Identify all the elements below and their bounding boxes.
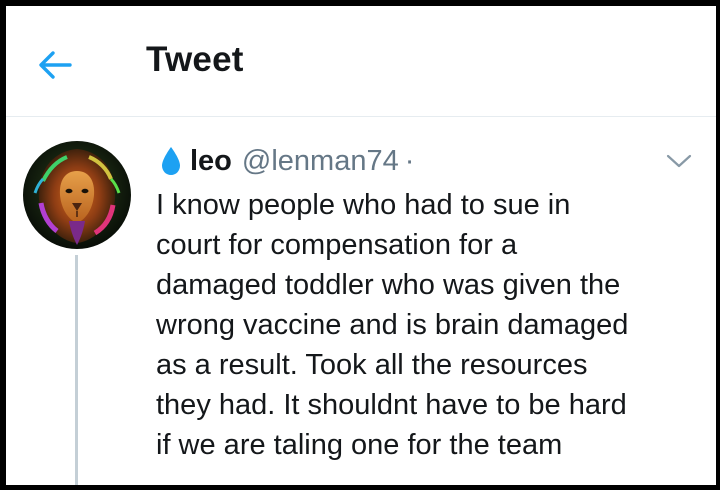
author-handle[interactable]: @lenman74 bbox=[242, 145, 399, 178]
tweet-author-row[interactable]: leo @lenman74 · bbox=[160, 141, 414, 181]
avatar[interactable] bbox=[23, 141, 131, 249]
tweet-text-line: I know people who had to sue in bbox=[156, 189, 571, 221]
tweet-text-line: wrong vaccine and is brain damaged bbox=[156, 309, 629, 341]
arrow-left-icon bbox=[39, 51, 72, 79]
tweet-text: I know people who had to sue in court fo… bbox=[156, 185, 706, 465]
back-button[interactable] bbox=[32, 42, 78, 88]
tweet[interactable]: leo @lenman74 · I know people who had to… bbox=[6, 117, 716, 485]
tweet-text-line: they had. It shouldnt have to be hard bbox=[156, 389, 627, 421]
tweet-text-line: if we are taling one for the team bbox=[156, 429, 563, 461]
water-drop-icon bbox=[162, 147, 180, 175]
page-title: Tweet bbox=[146, 40, 244, 79]
lion-avatar bbox=[23, 141, 131, 249]
thread-connector-line bbox=[75, 255, 78, 485]
separator-dot: · bbox=[404, 144, 415, 177]
tweet-menu-button[interactable] bbox=[663, 149, 695, 173]
tweet-text-line: damaged toddler who was given the bbox=[156, 269, 621, 301]
chevron-down-icon bbox=[666, 154, 692, 168]
tweet-text-line: court for compensation for a bbox=[156, 229, 518, 261]
top-bar: Tweet bbox=[6, 6, 716, 117]
app-frame: Tweet leo @lenman74 · I know people who … bbox=[6, 6, 716, 485]
tweet-text-line: as a result. Took all the resources bbox=[156, 349, 588, 381]
author-display-name[interactable]: leo bbox=[190, 145, 232, 178]
